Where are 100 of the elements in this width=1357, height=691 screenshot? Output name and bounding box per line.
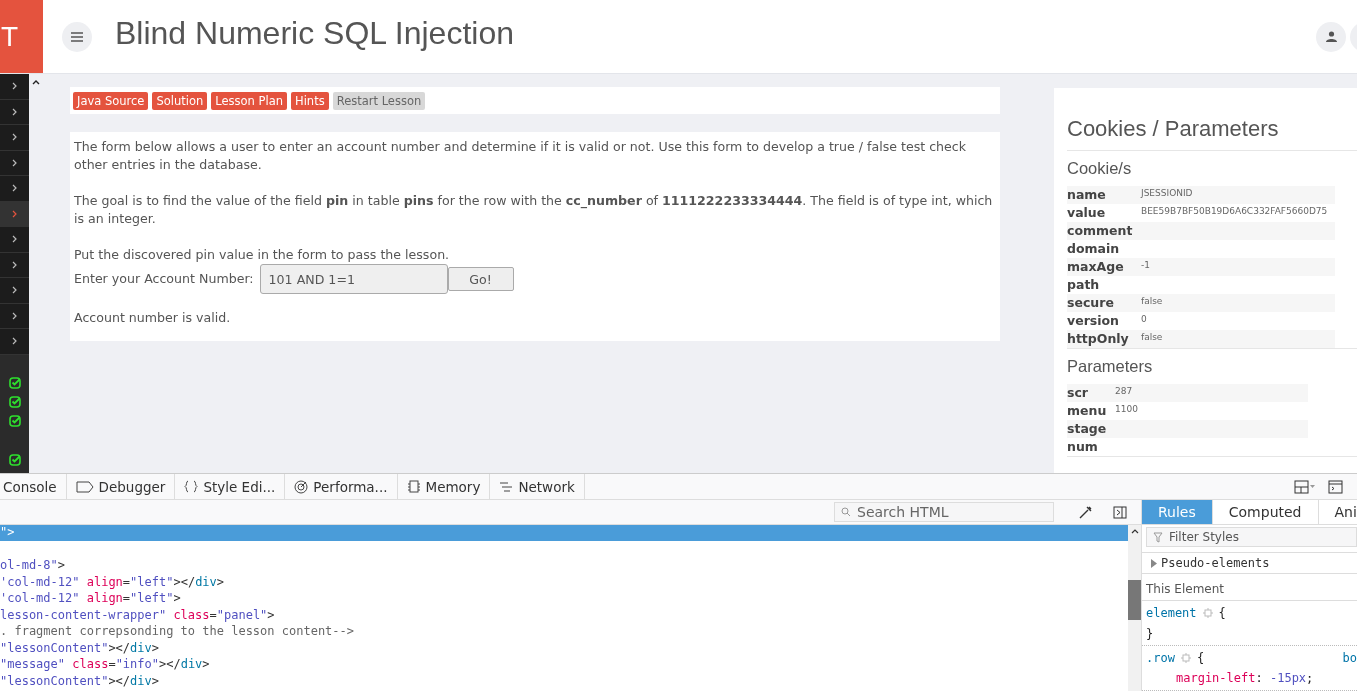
parameter-key: stage [1067, 420, 1115, 438]
account-number-field[interactable]: 101 AND 1=1 [259, 264, 448, 294]
source-link[interactable]: bo [1342, 650, 1357, 665]
devtools-tab[interactable]: Debugger [66, 474, 176, 499]
expand-icon [1150, 558, 1157, 568]
chevron-right-icon [12, 133, 17, 142]
devtools-tab[interactable]: Style Edi... [175, 474, 286, 499]
tab-label: Network [518, 478, 575, 495]
lesson-paragraph: Put the discovered pin value in the form to pass the lesson. [74, 246, 451, 264]
terminal-icon [1328, 479, 1343, 494]
brace: } [1146, 626, 1154, 641]
tab-label: Memory [425, 478, 481, 495]
cookie-key: secure [1067, 294, 1141, 312]
search-field[interactable]: Search HTML [834, 502, 1054, 522]
result-message: Account number is valid. [74, 309, 232, 327]
css-selector: element [1146, 605, 1197, 620]
chevron-right-icon [12, 337, 17, 346]
markup-line[interactable]: lesson-content-wrapper" class="panel"> [0, 607, 1128, 624]
sidebar-item[interactable] [0, 176, 29, 202]
chevron-right-icon [12, 311, 17, 320]
chevron-right-icon [12, 158, 17, 167]
markup-line[interactable]: 'col-md-12" align="left"> [0, 591, 1128, 608]
tab-label: Style Edi... [203, 478, 276, 495]
pseudo-elements-toggle[interactable]: Pseudo-elements [1142, 552, 1357, 574]
section-heading: Parameters [1067, 357, 1154, 376]
tab-label: Performa... [313, 478, 388, 495]
cookie-value: false [1141, 330, 1335, 348]
panel-icon [1113, 505, 1127, 519]
user-button[interactable] [1316, 21, 1346, 52]
chip-icon [406, 480, 421, 493]
user-icon [1325, 31, 1337, 42]
sidebar-item[interactable] [0, 125, 29, 151]
css-declaration: margin-left: -15px; [1175, 670, 1315, 687]
gear-icon [1202, 607, 1213, 618]
chevron-right-icon [12, 107, 17, 116]
sidebar-item[interactable] [0, 150, 29, 176]
lesson-paragraph: The goal is to find the value of the field pin in table pins for the row with the cc_number of 1111222233334444. The field is of type int, which is an integer. [74, 192, 994, 228]
gauge-icon [294, 479, 309, 494]
go-button[interactable]: Go! [447, 267, 514, 291]
devtools-tab[interactable]: Console [0, 474, 67, 499]
eyedropper-icon [1078, 504, 1093, 520]
cookie-key: maxAge [1067, 258, 1141, 276]
markup-line[interactable]: ol-md-8"> [0, 558, 1128, 575]
devtools-tab[interactable]: Network [490, 474, 585, 499]
field-label: Enter your Account Number: [74, 270, 254, 288]
brace: { [1218, 605, 1226, 620]
sidebar-item[interactable] [0, 227, 29, 253]
markup-line[interactable]: 'col-md-12" align="left"></div> [0, 574, 1128, 591]
brace: { [1196, 650, 1205, 665]
cookie-value: JSESSIONID [1141, 186, 1335, 204]
sidebar-item[interactable] [0, 99, 29, 125]
cookie-value: -1 [1141, 258, 1335, 276]
markup-line[interactable]: "lessonContent"></div> [0, 640, 1128, 657]
tag-icon [75, 480, 94, 493]
scroll-up-icon[interactable] [32, 80, 40, 85]
scrollbar-thumb[interactable] [1128, 580, 1141, 620]
gear-icon [1180, 652, 1191, 663]
chevron-right-icon [12, 235, 17, 244]
devtools-tab[interactable]: Memory [397, 474, 491, 499]
cookie-key: name [1067, 186, 1141, 204]
sidebar-item[interactable] [0, 201, 29, 227]
lesson-paragraph: The form below allows a user to enter an account number and determine if it is valid or not. Use this form to develop a true / false test check other entries in the database. [74, 138, 967, 174]
scroll-up-icon[interactable] [1130, 529, 1139, 534]
markup-line[interactable]: "lessonContent"></div> [0, 673, 1128, 690]
tab-label: Console [3, 478, 57, 495]
sidebar-item[interactable] [0, 329, 29, 355]
chevron-right-icon [12, 82, 17, 91]
chevron-right-icon [12, 286, 17, 295]
menu-icon [71, 31, 83, 42]
logo[interactable]: T [0, 0, 43, 73]
lesson-button[interactable]: Java Source [73, 91, 149, 110]
markup-line[interactable]: . fragment correpsonding to the lesson content--> [0, 624, 1128, 641]
sidebar-item[interactable] [0, 303, 29, 329]
section-heading: This Element [1142, 582, 1357, 601]
markup-line[interactable]: "message" class="info"></div> [0, 657, 1128, 674]
layout-icon [1294, 479, 1316, 494]
cookie-key: comment [1067, 222, 1141, 240]
cookie-key: httpOnly [1067, 330, 1141, 348]
css-selector: .row [1146, 650, 1175, 665]
lesson-button[interactable]: Hints [291, 91, 329, 110]
sidebar-item[interactable] [0, 278, 29, 304]
cookie-value: false [1141, 294, 1335, 312]
sidebar-item[interactable] [0, 252, 29, 278]
chevron-right-icon [12, 260, 17, 269]
lesson-button[interactable]: Lesson Plan [211, 91, 288, 110]
page-title: Blind Numeric SQL Injection [115, 15, 515, 52]
parameter-value: 287 [1115, 384, 1308, 402]
section-heading: Cookie/s [1067, 159, 1133, 178]
menu-button[interactable] [62, 21, 92, 52]
lesson-button[interactable]: Solution [152, 91, 208, 110]
filter-icon [1153, 532, 1163, 543]
devtools-tab[interactable]: Performa... [285, 474, 398, 499]
filter-field[interactable]: Filter Styles [1146, 527, 1357, 547]
panel-title: Cookies / Parameters [1067, 116, 1357, 151]
tab-label: Debugger [98, 478, 166, 495]
search-icon [841, 507, 851, 517]
list-icon [499, 480, 514, 493]
chevron-right-icon [12, 209, 17, 218]
lesson-button[interactable]: Restart Lesson [332, 91, 426, 110]
chevron-right-icon [12, 184, 17, 193]
